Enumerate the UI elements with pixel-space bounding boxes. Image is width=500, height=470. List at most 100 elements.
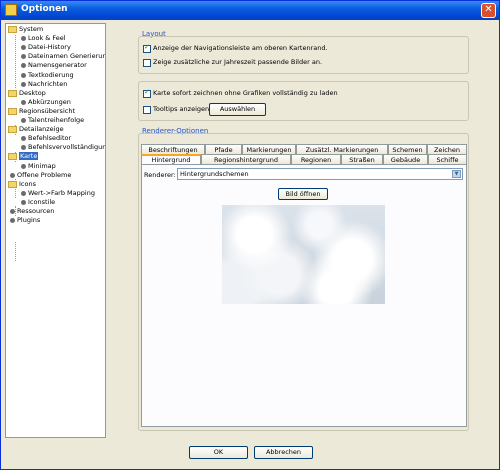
tree-item[interactable]: Look & Feel bbox=[19, 34, 66, 43]
close-button[interactable]: ✕ bbox=[481, 3, 496, 18]
bullet-icon bbox=[21, 63, 26, 69]
tree-item[interactable]: Karte bbox=[8, 152, 39, 161]
tab-schiffe[interactable]: Schiffe bbox=[428, 154, 467, 164]
season-images-checkbox[interactable] bbox=[143, 59, 151, 67]
tab-zeichen[interactable]: Zeichen bbox=[427, 144, 467, 154]
tree-item-label: Nachrichten bbox=[28, 79, 68, 88]
tree-item-label: Look & Feel bbox=[28, 34, 66, 43]
folder-icon bbox=[8, 126, 17, 134]
options-tree[interactable]: System Look & Feel Datei-History Dateinamen… bbox=[5, 23, 106, 438]
tree-item-label: Namensgenerator bbox=[28, 61, 87, 70]
tab-gebäude[interactable]: Gebäude bbox=[383, 154, 428, 164]
window-title: Optionen bbox=[21, 4, 68, 14]
tree-item-label: Abkürzungen bbox=[28, 97, 71, 106]
tree-item[interactable]: Ressourcen bbox=[8, 207, 54, 216]
tree-item-label: Karte bbox=[19, 152, 39, 161]
bullet-icon bbox=[21, 163, 26, 169]
draw-immediately-label: Karte sofort zeichnen ohne Grafiken voll… bbox=[153, 89, 338, 97]
navbar-checkbox[interactable] bbox=[143, 43, 151, 53]
tab-hintergrund[interactable]: Hintergrund bbox=[141, 154, 201, 164]
tree-item[interactable]: Befehlseditor bbox=[19, 134, 71, 143]
tree-guide bbox=[15, 35, 16, 88]
tree-item-label: System bbox=[19, 25, 44, 33]
tree-item-label: Offene Probleme bbox=[17, 170, 72, 179]
bullet-icon bbox=[10, 209, 15, 214]
folder-icon bbox=[8, 107, 17, 115]
tree-item[interactable]: Abkürzungen bbox=[19, 98, 71, 107]
folder-icon bbox=[8, 26, 17, 33]
layout-group bbox=[138, 36, 469, 74]
select-button[interactable]: Auswählen bbox=[209, 103, 266, 116]
tree-item-label: Befehlsvervollständigung bbox=[28, 143, 106, 152]
tree-item-label: Regionsübersicht bbox=[19, 106, 75, 115]
tree-guide bbox=[15, 242, 16, 261]
folder-icon bbox=[8, 89, 17, 97]
bullet-icon bbox=[21, 54, 26, 60]
bullet-icon bbox=[21, 118, 26, 123]
bullet-icon bbox=[21, 136, 26, 142]
cancel-button[interactable]: Abbrechen bbox=[254, 446, 313, 459]
tree-item[interactable]: Plugins bbox=[8, 216, 40, 225]
tree-item[interactable]: Minimap bbox=[19, 162, 56, 171]
tab-regionshintergrund[interactable]: Regionshintergrund bbox=[201, 154, 291, 164]
tab-pfade[interactable]: Pfade bbox=[205, 144, 242, 154]
bullet-icon bbox=[21, 36, 26, 42]
options-window: Optionen ✕ System Look & Feel Datei-Histor… bbox=[0, 0, 500, 470]
draw-immediately-checkbox[interactable] bbox=[143, 88, 151, 98]
tree-item[interactable]: Namensgenerator bbox=[19, 61, 87, 70]
bullet-icon bbox=[21, 72, 26, 78]
background-image-preview bbox=[222, 205, 385, 304]
tab-straßen[interactable]: Straßen bbox=[341, 154, 383, 164]
season-images-label: Zeige zusätzliche zur Jahreszeit passend… bbox=[153, 58, 323, 66]
tab-zusätzl-markierungen[interactable]: Zusätzl. Markierungen bbox=[296, 144, 388, 154]
renderer-label: Renderer: bbox=[144, 171, 176, 179]
tree-item[interactable]: Textkodierung bbox=[19, 71, 74, 80]
bullet-icon bbox=[21, 81, 26, 87]
tree-item[interactable]: Detailanzeige bbox=[8, 125, 64, 134]
tree-item[interactable]: Offene Probleme bbox=[8, 171, 71, 180]
tree-item[interactable]: System bbox=[8, 25, 43, 34]
navbar-checkbox-label: Anzeige der Navigationsleiste am oberen … bbox=[153, 44, 328, 52]
tree-item[interactable]: Iconstile bbox=[19, 198, 55, 207]
ok-button[interactable]: OK bbox=[189, 446, 248, 459]
bullet-icon bbox=[21, 45, 26, 51]
app-icon bbox=[5, 4, 17, 16]
bullet-icon bbox=[10, 172, 15, 178]
tab-markierungen[interactable]: Markierungen bbox=[242, 144, 296, 154]
tree-item[interactable]: Dateinamen Generierung bbox=[19, 52, 105, 61]
bullet-icon bbox=[10, 218, 15, 224]
tree-item-label: Plugins bbox=[17, 216, 41, 225]
title-bar[interactable]: Optionen ✕ bbox=[1, 1, 499, 20]
tree-item[interactable]: Regionsübersicht bbox=[8, 107, 75, 116]
tree-item-label: Minimap bbox=[28, 161, 56, 170]
tree-item-label: Talentreihenfolge bbox=[28, 116, 85, 124]
tree-item[interactable]: Datei-History bbox=[19, 43, 71, 52]
tree-item[interactable]: Befehlsvervollständigung bbox=[19, 143, 106, 152]
tree-item-label: Textkodierung bbox=[28, 70, 74, 79]
bullet-icon bbox=[21, 199, 26, 205]
folder-icon bbox=[8, 153, 17, 161]
tooltips-checkbox[interactable] bbox=[143, 106, 151, 114]
tree-item-label: Desktop bbox=[19, 88, 46, 97]
tab-beschriftungen[interactable]: Beschriftungen bbox=[141, 144, 205, 154]
renderer-select-value: Hintergrundschemen bbox=[180, 170, 249, 178]
tree-item[interactable]: Wert->Farb Mapping bbox=[19, 189, 95, 198]
tree-item-label: Befehlseditor bbox=[28, 134, 72, 143]
bullet-icon bbox=[21, 190, 26, 196]
tab-regionen[interactable]: Regionen bbox=[291, 154, 341, 164]
tree-item-label: Ressourcen bbox=[17, 207, 55, 215]
chevron-down-icon[interactable]: ▼ bbox=[452, 170, 461, 178]
tree-item-label: Icons bbox=[19, 179, 36, 188]
tab-schemen[interactable]: Schemen bbox=[388, 144, 427, 154]
tree-item-label: Iconstile bbox=[28, 197, 56, 206]
tree-item[interactable]: Desktop bbox=[8, 89, 46, 98]
tree-item-label: Detailanzeige bbox=[19, 125, 64, 134]
tree-item-label: Wert->Farb Mapping bbox=[28, 188, 95, 197]
tooltips-label: Tooltips anzeigen bbox=[153, 105, 210, 113]
renderer-select[interactable]: Hintergrundschemen ▼ bbox=[177, 168, 463, 180]
open-image-button[interactable]: Bild öffnen bbox=[278, 188, 328, 200]
tree-item[interactable]: Icons bbox=[8, 180, 36, 189]
tree-item[interactable]: Talentreihenfolge bbox=[19, 116, 84, 125]
bullet-icon bbox=[21, 99, 26, 105]
tree-item[interactable]: Nachrichten bbox=[19, 80, 67, 89]
